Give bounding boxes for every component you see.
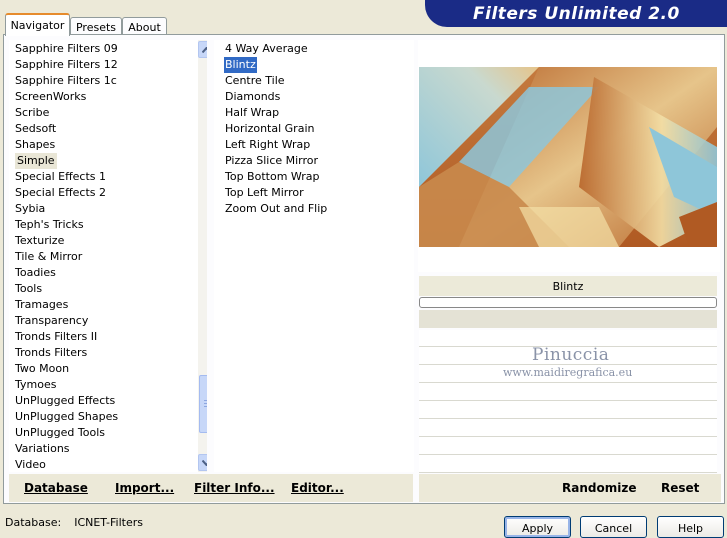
category-item[interactable]: Toadies <box>15 265 56 281</box>
filter-info-link-label: Filter Info... <box>194 481 275 495</box>
database-link-label: Database <box>24 481 88 495</box>
category-item[interactable]: Tile & Mirror <box>15 249 82 265</box>
randomize-link-label: Randomize <box>562 481 637 495</box>
filter-name-display: Blintz <box>419 276 717 296</box>
category-item[interactable]: Two Moon <box>15 361 69 377</box>
category-item[interactable]: UnPlugged Shapes <box>15 409 118 425</box>
category-item[interactable]: Sapphire Filters 1c <box>15 73 117 89</box>
progress-bar <box>419 297 717 308</box>
chevron-down-icon <box>202 459 207 466</box>
apply-button[interactable]: Apply <box>504 516 571 538</box>
randomize-link[interactable]: Randomize <box>562 481 636 495</box>
reset-link[interactable]: Reset <box>661 481 699 495</box>
filter-item[interactable]: Diamonds <box>224 89 281 105</box>
category-item[interactable]: Video <box>15 457 46 472</box>
editor-link-label: Editor... <box>291 481 344 495</box>
category-item[interactable]: Teph's Tricks <box>15 217 84 233</box>
category-item[interactable]: Sapphire Filters 12 <box>15 57 118 73</box>
reset-link-label: Reset <box>661 481 700 495</box>
category-item[interactable]: UnPlugged Tools <box>15 425 105 441</box>
title-banner: Filters Unlimited 2.0 <box>425 0 727 27</box>
watermark-url: www.maidiregrafica.eu <box>503 366 633 379</box>
filter-item[interactable]: Half Wrap <box>224 105 280 121</box>
category-item[interactable]: Special Effects 1 <box>15 169 106 185</box>
database-status-label: Database: <box>5 516 62 529</box>
filter-item[interactable]: Pizza Slice Mirror <box>224 153 319 169</box>
parameter-row <box>419 438 717 455</box>
parameter-row <box>419 456 717 473</box>
banner-title: Filters Unlimited 2.0 <box>473 4 680 24</box>
parameter-row <box>419 384 717 401</box>
database-status: Database: ICNET-Filters <box>5 516 143 529</box>
category-item[interactable]: Simple <box>15 153 57 169</box>
scroll-up-button[interactable] <box>198 41 207 58</box>
database-link[interactable]: Database <box>24 481 88 495</box>
scroll-thumb[interactable] <box>199 375 207 433</box>
filter-item[interactable]: 4 Way Average <box>224 41 309 57</box>
category-item[interactable]: Sapphire Filters 09 <box>15 41 118 57</box>
apply-button-label: Apply <box>521 522 554 535</box>
filter-item[interactable]: Left Right Wrap <box>224 137 311 153</box>
filter-item[interactable]: Top Bottom Wrap <box>224 169 321 185</box>
category-item[interactable]: Scribe <box>15 105 49 121</box>
category-item[interactable]: Shapes <box>15 137 55 153</box>
category-list[interactable]: Sapphire Filters 09 Sapphire Filters 12 Sa… <box>9 40 207 472</box>
category-item[interactable]: Tymoes <box>15 377 56 393</box>
category-item[interactable]: Special Effects 2 <box>15 185 106 201</box>
import-link-label: Import... <box>115 481 175 495</box>
import-link[interactable]: Import... <box>115 481 174 495</box>
parameter-row <box>419 402 717 419</box>
category-item[interactable]: Sedsoft <box>15 121 56 137</box>
category-item[interactable]: ScreenWorks <box>15 89 86 105</box>
filter-name-label: Blintz <box>552 279 584 293</box>
filter-item[interactable]: Horizontal Grain <box>224 121 315 137</box>
chevron-up-icon <box>202 46 207 53</box>
separator-band <box>419 310 717 328</box>
parameter-row <box>419 420 717 437</box>
category-item[interactable]: Transparency <box>15 313 88 329</box>
category-item[interactable]: UnPlugged Effects <box>15 393 115 409</box>
tab-label: Navigator <box>10 19 65 32</box>
preview-image <box>419 67 717 247</box>
watermark-name: Pinuccia <box>532 345 610 365</box>
filter-item[interactable]: Blintz <box>224 57 257 73</box>
filter-item[interactable]: Zoom Out and Flip <box>224 201 328 217</box>
category-item[interactable]: Texturize <box>15 233 64 249</box>
database-status-value: ICNET-Filters <box>74 516 143 529</box>
cancel-button[interactable]: Cancel <box>580 516 647 538</box>
help-button[interactable]: Help <box>657 516 724 538</box>
category-item[interactable]: Tronds Filters <box>15 345 87 361</box>
filter-list[interactable]: 4 Way Average Blintz Centre Tile Diamonds Ha… <box>214 40 414 472</box>
category-item[interactable]: Tronds Filters II <box>15 329 97 345</box>
category-item[interactable]: Sybia <box>15 201 45 217</box>
filter-info-link[interactable]: Filter Info... <box>194 481 275 495</box>
category-item[interactable]: Tramages <box>15 297 68 313</box>
editor-link[interactable]: Editor... <box>291 481 344 495</box>
cancel-button-label: Cancel <box>594 522 633 535</box>
tab-label: About <box>128 20 161 34</box>
filter-item[interactable]: Centre Tile <box>224 73 286 89</box>
scroll-down-button[interactable] <box>198 454 207 471</box>
tab-navigator[interactable]: Navigator <box>5 13 70 36</box>
filter-item[interactable]: Top Left Mirror <box>224 185 305 201</box>
help-button-label: Help <box>677 522 704 535</box>
category-item[interactable]: Variations <box>15 441 70 457</box>
category-scrollbar[interactable] <box>198 40 207 472</box>
tab-label: Presets <box>75 20 117 34</box>
category-item[interactable]: Tools <box>15 281 42 297</box>
